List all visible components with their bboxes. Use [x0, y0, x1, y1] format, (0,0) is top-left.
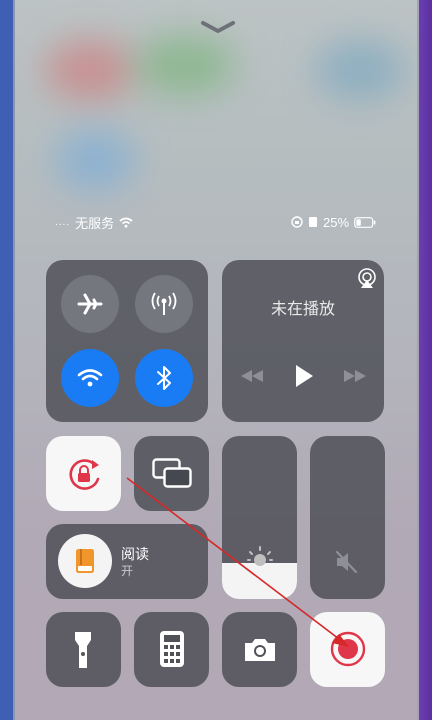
control-center-panel: .... 无服务 25% 未在播放 阅读 开: [15, 0, 417, 720]
annotation-arrow: [126, 477, 349, 647]
